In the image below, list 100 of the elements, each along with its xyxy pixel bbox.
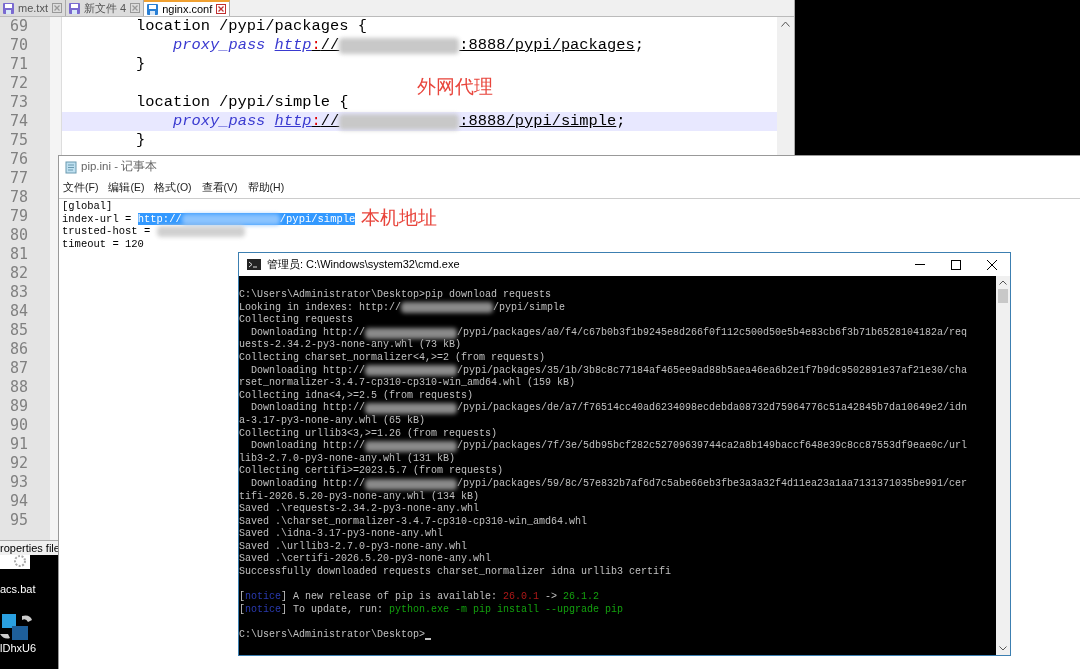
line-number: 94	[8, 492, 29, 511]
console-text: Saved .\charset_normalizer-3.4.7-cp310-cp310-win_amd64.whl	[239, 515, 588, 528]
scrollbar-thumb[interactable]	[998, 289, 1008, 303]
console-text: ->	[544, 591, 559, 604]
url-text: :8888/pypi/simple	[459, 112, 617, 131]
menu-item[interactable]: 文件(F)	[63, 180, 99, 196]
line-number: 70	[8, 36, 29, 55]
console-text: /pypi/packages/59/8c/57e832b7af6d7c5abe66eb3fbe3a3a32f4d11ea23a1aa7131371035be991/cer	[457, 477, 968, 491]
scrollbar[interactable]	[777, 17, 794, 155]
console-text: /pypi/packages/7f/3e/5db95bcf282c52709639744ca2a8b149baccf648e39c8cc87553df9eae0c/url	[457, 440, 968, 453]
console-text: Saved .\certifi-2026.5.20-py3-none-any.whl	[239, 553, 492, 566]
console-text: /pypi/packages/35/1b/3b8c8c77184af465ee9ad88b5aea46ea6b2e1f7b9dc9502891e37af21e30/cha	[457, 364, 968, 377]
line-number: 77	[8, 169, 29, 188]
code-text: location /pypi/packages {	[136, 17, 367, 36]
url-colon: :	[311, 36, 321, 55]
close-icon[interactable]	[216, 4, 227, 14]
menu-item[interactable]: 查看(V)	[201, 180, 238, 196]
line-number: 72	[8, 74, 29, 93]
menu-item[interactable]: 帮助(H)	[247, 180, 285, 196]
desktop-icon-label[interactable]: acs.bat	[0, 581, 36, 598]
console-text: ] A new release of pip is available:	[281, 591, 499, 604]
console-text: Successfully downloaded requests charset_normalizer idna urllib3 certifi	[239, 566, 672, 579]
line-number: 74	[8, 112, 29, 131]
line-number: 92	[8, 454, 29, 473]
window-title: 管理员: C:\Windows\system32\cmd.exe	[267, 257, 460, 273]
url-text: //	[320, 36, 340, 55]
code-text: ;	[616, 112, 626, 131]
console-text: C:\Users\Administrator\Desktop>	[239, 629, 426, 642]
app-icon[interactable]	[0, 611, 34, 642]
notice-label: notice	[245, 591, 282, 604]
file-tab[interactable]: 新文件 4	[65, 0, 145, 16]
code-text: ;	[634, 36, 644, 55]
console-text: tifi-2026.5.20-py3-none-any.whl (134 kB)	[239, 490, 480, 503]
console-text: Collecting requests	[239, 314, 354, 327]
line-number: 85	[8, 321, 29, 340]
old-version: 26.0.1	[503, 591, 540, 604]
console-text: Downloading http://	[250, 477, 366, 491]
console-text: uests-2.34.2-py3-none-any.whl (73 kB)	[239, 339, 462, 352]
code-keyword: proxy_pass	[173, 112, 266, 131]
console-icon	[247, 259, 261, 270]
text-line: [global]	[62, 200, 113, 213]
console-text: a-3.17-py3-none-any.whl (65 kB)	[239, 414, 426, 428]
console-text: Saved .\requests-2.34.2-py3-none-any.whl	[239, 503, 480, 516]
line-number: 93	[8, 473, 29, 492]
annotation-text: 外网代理	[417, 75, 493, 99]
line-number: 82	[8, 264, 29, 283]
line-number: 84	[8, 302, 29, 321]
file-tab[interactable]: me.txt	[0, 0, 66, 16]
console-text: Downloading http://	[250, 364, 366, 377]
menu-item[interactable]: 格式(O)	[154, 180, 192, 196]
console-text: /pypi/packages/de/a7/f76514cc40ad6234098ecdebda08732d75964776c51a42845b7da10649e2/idn	[457, 402, 968, 415]
console-text: /pypi/simple	[493, 301, 566, 315]
line-number: 76	[8, 150, 29, 169]
console-text: Collecting certifi>=2023.5.7 (from requests)	[239, 465, 504, 478]
line-number: 73	[8, 93, 29, 112]
line-number: 86	[8, 340, 29, 359]
notice-label: notice	[245, 603, 282, 617]
window-title: pip.ini - 记事本	[81, 159, 158, 175]
scrollbar[interactable]	[996, 276, 1010, 655]
text-line: index-url =	[62, 212, 133, 226]
line-number: 78	[8, 188, 29, 207]
close-icon	[987, 259, 997, 270]
line-number: 95	[8, 511, 29, 530]
line-number: 91	[8, 435, 29, 454]
line-number: 79	[8, 207, 29, 226]
console-text: Downloading http://	[250, 440, 366, 453]
code-text: }	[136, 55, 146, 74]
desktop-icon-label[interactable]: lDhxU6	[0, 641, 37, 654]
minimize-icon	[915, 264, 925, 265]
console-text: rset_normalizer-3.4.7-cp310-cp310-win_amd64.whl (159 kB)	[239, 377, 576, 390]
text-cursor	[425, 637, 432, 640]
line-number: 83	[8, 283, 29, 302]
console-text: Looking in indexes: http://	[239, 301, 402, 314]
console-text: [	[239, 603, 245, 617]
console-text: C:\Users\Administrator\Desktop>pip download requests	[239, 289, 552, 302]
console-text: [	[239, 591, 245, 604]
code-text: }	[136, 131, 146, 150]
text-line: trusted-host =	[62, 225, 152, 239]
console-text: Downloading http://	[250, 402, 366, 415]
console-text: Saved .\idna-3.17-py3-none-any.whl	[239, 528, 444, 541]
console-text: /pypi/packages/a0/f4/c67b0b3f1b9245e8d266f0f112c500d50e5b4e83cb6f3b71b6528104182a/req	[457, 326, 968, 339]
annotation-text: 本机地址	[361, 206, 437, 230]
url-scheme: http	[274, 112, 312, 131]
console-text: Collecting idna<4,>=2.5 (from requests)	[239, 389, 474, 402]
console-text: Downloading http://	[250, 326, 366, 339]
menu-item[interactable]: 编辑(E)	[108, 180, 145, 196]
console-text: Collecting urllib3<3,>=1.26 (from requests)	[239, 427, 498, 440]
console-command: python.exe -m pip install --upgrade pip	[389, 603, 624, 617]
line-number: 75	[8, 131, 29, 150]
code-text: location /pypi/simple {	[136, 93, 349, 112]
console-text: Collecting charset_normalizer<4,>=2 (from requests)	[239, 351, 546, 365]
notepad-icon	[65, 160, 77, 174]
console-text: Saved .\urllib3-2.7.0-py3-none-any.whl	[239, 540, 468, 553]
file-tab[interactable]: nginx.conf	[144, 0, 231, 16]
line-number: 71	[8, 55, 29, 74]
line-number: 89	[8, 397, 29, 416]
url-text: //	[320, 112, 340, 131]
line-number: 80	[8, 226, 29, 245]
text-line: timeout = 120	[62, 238, 144, 251]
line-number: 90	[8, 416, 29, 435]
